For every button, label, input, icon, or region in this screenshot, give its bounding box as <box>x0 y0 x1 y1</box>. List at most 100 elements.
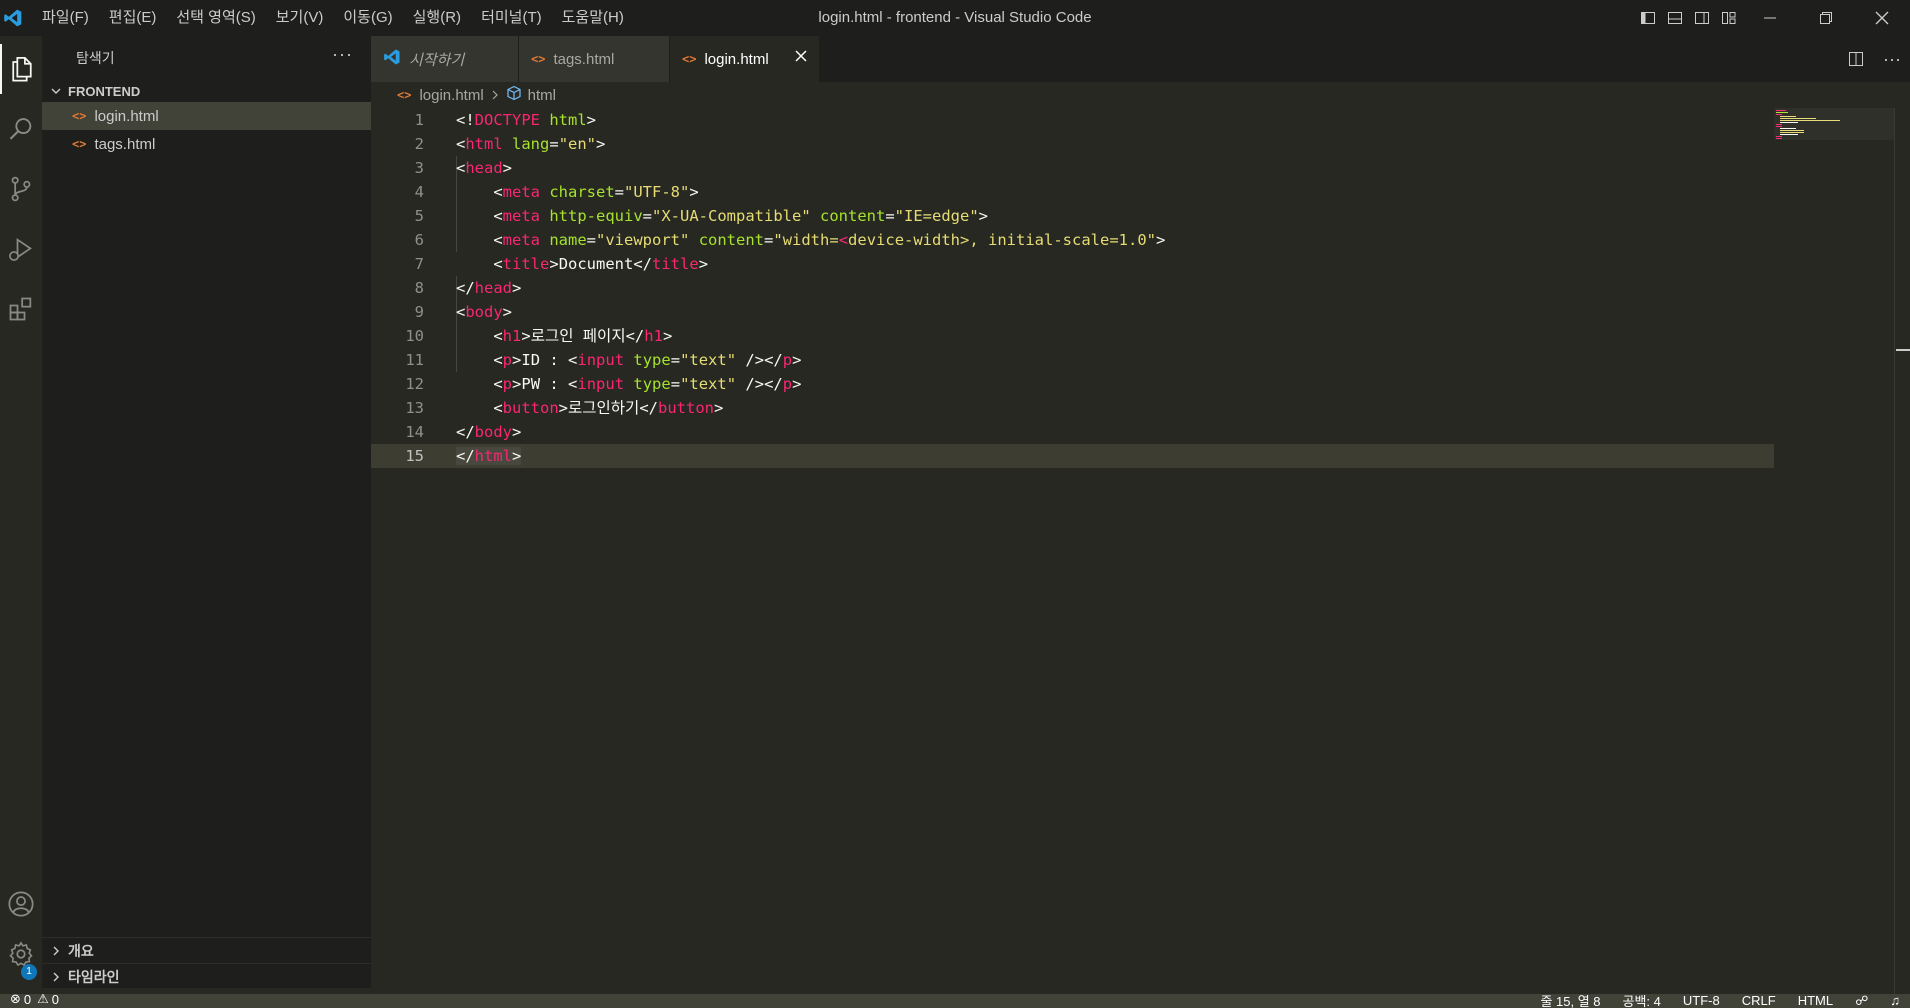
error-count[interactable]: 0 <box>24 994 31 1007</box>
html-file-icon: <> <box>682 52 697 66</box>
menu-file[interactable]: 파일(F) <box>32 0 99 36</box>
status-left: ⊗ 0 ⚠ 0 <box>10 994 59 1007</box>
more-icon[interactable]: ··· <box>332 44 353 65</box>
tab-login[interactable]: <> login.html <box>670 36 820 82</box>
code-line: 9 <body> <box>371 300 1774 324</box>
line-number: 12 <box>405 375 424 393</box>
tab-tags[interactable]: <> tags.html <box>519 36 670 82</box>
file-item-tags[interactable]: <> tags.html <box>42 130 371 158</box>
code-text: <button>로그인하기</button> <box>493 399 724 417</box>
split-editor-icon[interactable] <box>1838 36 1874 82</box>
restore-icon[interactable] <box>1798 0 1854 36</box>
run-debug-icon[interactable] <box>0 224 42 274</box>
accounts-icon[interactable] <box>0 879 42 929</box>
tab-label: login.html <box>704 50 769 68</box>
extensions-icon[interactable] <box>0 284 42 334</box>
line-number: 14 <box>405 423 424 441</box>
timeline-label: 타임라인 <box>68 968 120 985</box>
toggle-secondary-sidebar-icon[interactable] <box>1688 0 1715 36</box>
line-number: 15 <box>405 447 424 465</box>
code-line: 3 <head> <box>371 156 1774 180</box>
minimize-icon[interactable] <box>1742 0 1798 36</box>
line-number: 6 <box>414 231 424 249</box>
code-text: <head> <box>456 159 513 177</box>
line-number: 13 <box>405 399 424 417</box>
menu-help[interactable]: 도움말(H) <box>552 0 634 36</box>
feedback-icon[interactable]: ☍ <box>1855 994 1868 1008</box>
file-label: login.html <box>94 107 159 125</box>
line-number: 7 <box>414 255 424 273</box>
sidebar-title: 탐색기 <box>76 50 115 66</box>
code-editor[interactable]: 1 <!DOCTYPE html> 2 <html lang="en"> 3 <hea… <box>371 108 1774 994</box>
source-control-icon[interactable] <box>0 164 42 214</box>
line-number: 2 <box>414 135 424 153</box>
menu-edit[interactable]: 편집(E) <box>99 0 167 36</box>
code-line: 4 <meta charset="UTF-8"> <box>371 180 1774 204</box>
warning-count[interactable]: 0 <box>52 994 59 1007</box>
encoding[interactable]: UTF-8 <box>1683 994 1720 1008</box>
vertical-scrollbar[interactable] <box>1894 108 1910 994</box>
cursor-position[interactable]: 줄 15, 열 8 <box>1540 994 1600 1008</box>
breadcrumb-file[interactable]: login.html <box>419 87 483 104</box>
title-bar: 파일(F) 편집(E) 선택 영역(S) 보기(V) 이동(G) 실행(R) 터… <box>0 0 1910 36</box>
error-icon[interactable]: ⊗ <box>10 994 21 1007</box>
html-file-icon: <> <box>397 88 412 102</box>
indentation[interactable]: 공백: 4 <box>1623 994 1661 1008</box>
notifications-icon[interactable]: ♫ <box>1890 994 1900 1008</box>
code-text: <body> <box>456 303 513 321</box>
scrollbar-cursor-marker <box>1896 349 1910 351</box>
close-tab-icon[interactable] <box>795 49 807 67</box>
explorer-sidebar: 탐색기 ··· FRONTEND <> login.html <> tags.h… <box>42 36 371 988</box>
editor-tabs: 시작하기 <> tags.html <> login.html <box>371 36 1910 82</box>
menu-run[interactable]: 실행(R) <box>403 0 471 36</box>
customize-layout-icon[interactable] <box>1715 0 1742 36</box>
code-text: <meta name="viewport" content="width=<de… <box>493 231 1166 249</box>
toggle-primary-sidebar-icon[interactable] <box>1634 0 1661 36</box>
file-item-login[interactable]: <> login.html <box>42 102 371 130</box>
chevron-right-icon <box>48 943 64 959</box>
chevron-right-icon <box>48 969 64 985</box>
minimap[interactable] <box>1774 108 1894 994</box>
timeline-section[interactable]: 타임라인 <box>42 963 371 989</box>
menu-go[interactable]: 이동(G) <box>333 0 402 36</box>
more-actions-icon[interactable]: ··· <box>1874 36 1910 82</box>
accounts-badge: 1 <box>21 964 37 980</box>
menu-view[interactable]: 보기(V) <box>266 0 334 36</box>
breadcrumb-symbol[interactable]: html <box>528 87 556 104</box>
code-text: </body> <box>456 423 522 441</box>
search-icon[interactable] <box>0 104 42 154</box>
line-number: 8 <box>414 279 424 297</box>
close-window-icon[interactable] <box>1854 0 1910 36</box>
vscode-logo-icon <box>383 48 401 70</box>
status-right: 줄 15, 열 8 공백: 4 UTF-8 CRLF HTML ☍ ♫ <box>1518 994 1900 1008</box>
language-mode[interactable]: HTML <box>1798 994 1833 1008</box>
outline-section[interactable]: 개요 <box>42 937 371 963</box>
toggle-panel-icon[interactable] <box>1661 0 1688 36</box>
code-text: <title>Document</title> <box>493 255 709 273</box>
tab-label: tags.html <box>553 50 615 68</box>
code-line: 7 <title>Document</title> <box>371 252 1774 276</box>
code-line: 14 </body> <box>371 420 1774 444</box>
code-text: </head> <box>456 279 522 297</box>
line-number: 3 <box>414 159 424 177</box>
editor-actions: ··· <box>1838 36 1910 82</box>
folder-header[interactable]: FRONTEND <box>42 80 371 102</box>
explorer-icon[interactable] <box>0 44 42 94</box>
tab-welcome[interactable]: 시작하기 <box>371 36 519 82</box>
warning-icon[interactable]: ⚠ <box>37 994 49 1007</box>
menu-terminal[interactable]: 터미널(T) <box>471 0 552 36</box>
file-label: tags.html <box>94 135 156 153</box>
code-text: <p>ID : <input type="text" /></p> <box>493 351 802 369</box>
title-controls <box>1634 0 1910 36</box>
menu-selection[interactable]: 선택 영역(S) <box>166 0 265 36</box>
line-number: 11 <box>405 351 424 369</box>
chevron-down-icon <box>48 83 64 99</box>
menu-bar: 파일(F) 편집(E) 선택 영역(S) 보기(V) 이동(G) 실행(R) 터… <box>32 0 634 36</box>
line-number: 5 <box>414 207 424 225</box>
code-line: 8 </head> <box>371 276 1774 300</box>
code-line: 13 <button>로그인하기</button> <box>371 396 1774 420</box>
html-file-icon: <> <box>531 52 546 66</box>
line-number: 4 <box>414 183 424 201</box>
line-ending[interactable]: CRLF <box>1742 994 1776 1008</box>
vscode-logo-icon <box>0 0 26 36</box>
